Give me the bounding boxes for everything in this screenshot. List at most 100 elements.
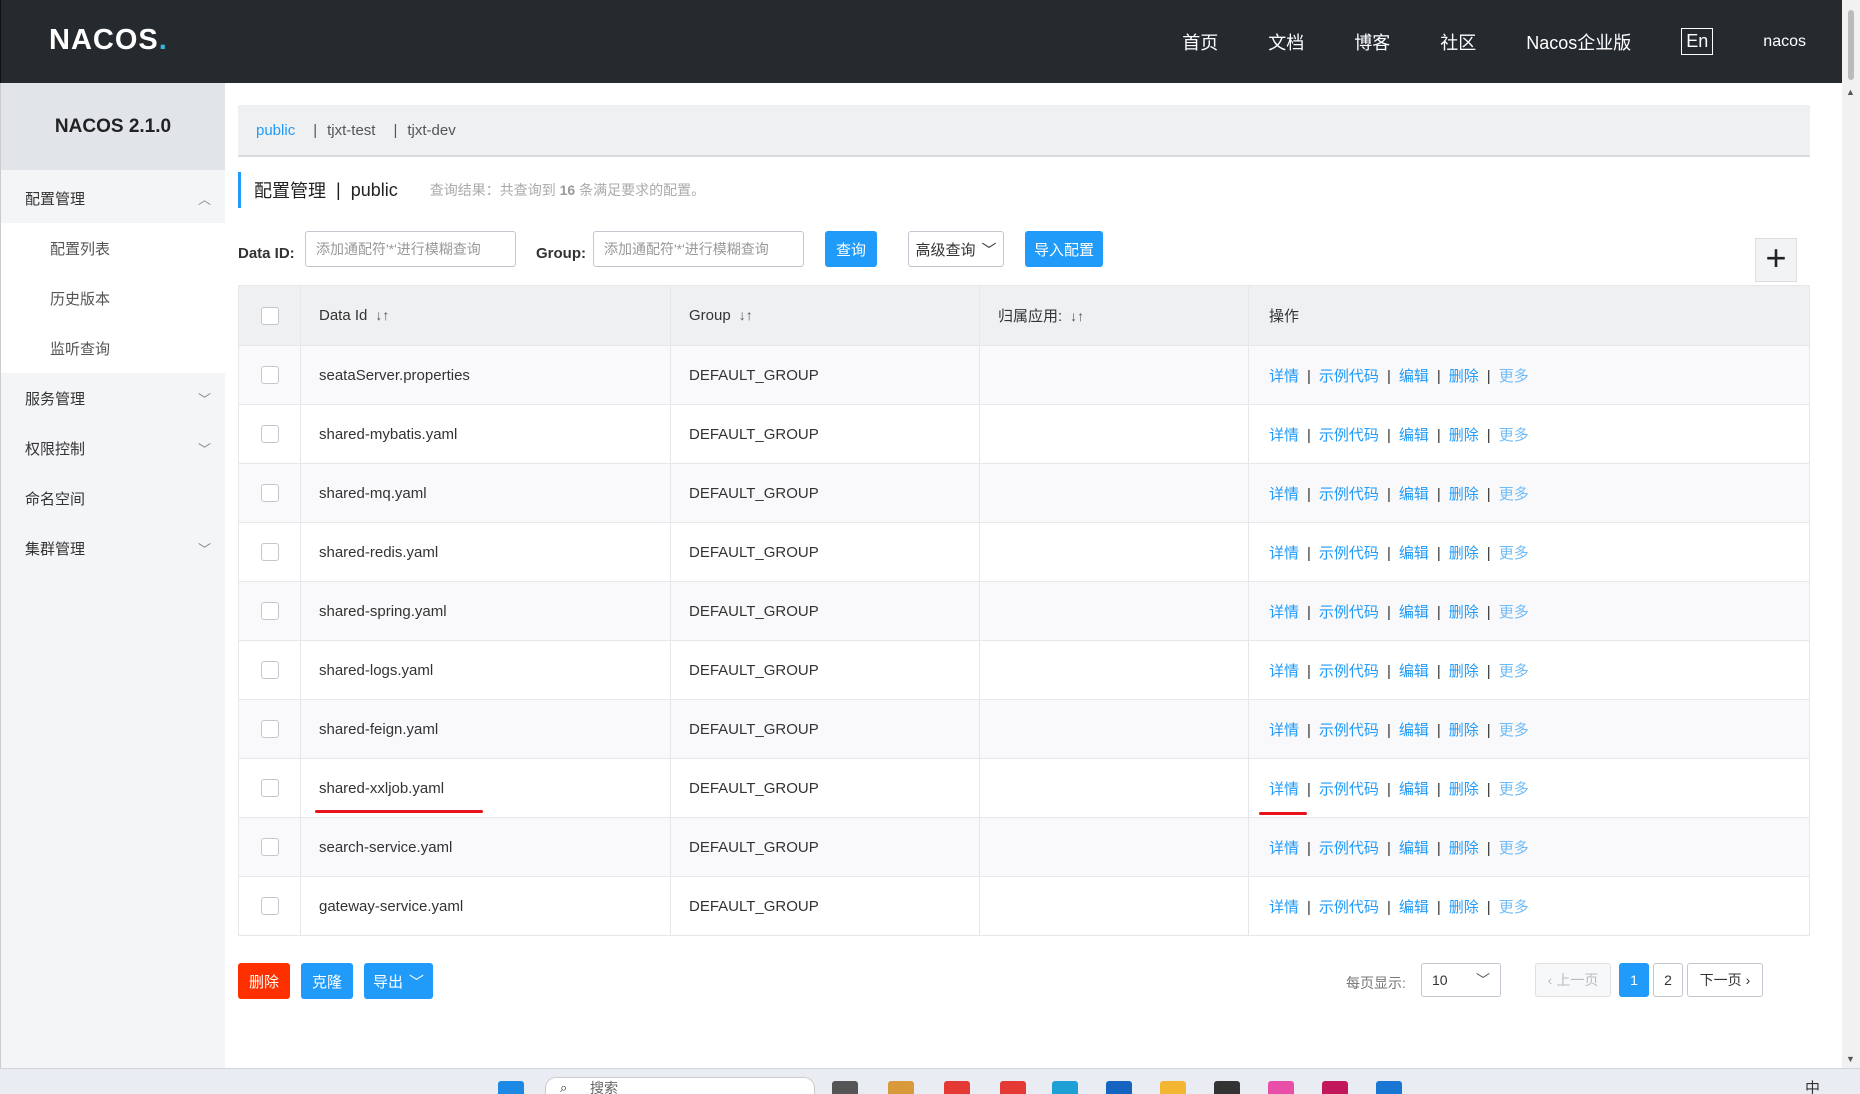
op-link-0[interactable]: 详情 <box>1269 899 1299 916</box>
nav-enterprise[interactable]: Nacos企业版 <box>1526 29 1631 55</box>
next-page-button[interactable]: 下一页 › <box>1687 963 1763 997</box>
nacos-logo[interactable]: NACOS. <box>49 24 168 57</box>
op-link-1[interactable]: 示例代码 <box>1319 486 1379 503</box>
column-header-app[interactable]: 归属应用: ↓↑ <box>979 285 1249 346</box>
op-link-2[interactable]: 编辑 <box>1399 604 1429 621</box>
op-link-0[interactable]: 详情 <box>1269 663 1299 680</box>
op-link-3[interactable]: 删除 <box>1449 840 1479 857</box>
app-icon[interactable] <box>1106 1081 1132 1094</box>
row-checkbox[interactable] <box>260 720 279 739</box>
user-menu[interactable]: nacos <box>1763 33 1806 51</box>
op-link-1[interactable]: 示例代码 <box>1319 722 1379 739</box>
op-link-4[interactable]: 更多 <box>1499 427 1529 444</box>
scroll-down-icon[interactable]: ▼ <box>1846 1054 1855 1064</box>
column-header-data-id[interactable]: Data Id ↓↑ <box>300 285 671 346</box>
select-all-checkbox[interactable] <box>260 306 279 325</box>
op-link-1[interactable]: 示例代码 <box>1319 840 1379 857</box>
op-link-2[interactable]: 编辑 <box>1399 781 1429 798</box>
app-icon[interactable] <box>1000 1081 1026 1094</box>
chrome-icon[interactable] <box>944 1081 970 1094</box>
app-icon[interactable] <box>1268 1081 1294 1094</box>
import-config-button[interactable]: 导入配置 <box>1025 231 1103 267</box>
sort-icon[interactable]: ↓↑ <box>739 307 753 323</box>
op-link-2[interactable]: 编辑 <box>1399 899 1429 916</box>
op-link-0[interactable]: 详情 <box>1269 840 1299 857</box>
sidebar-item-config-list[interactable]: 配置列表 <box>1 223 225 273</box>
row-checkbox[interactable] <box>260 484 279 503</box>
terminal-icon[interactable] <box>1214 1081 1240 1094</box>
op-link-1[interactable]: 示例代码 <box>1319 604 1379 621</box>
taskbar-search[interactable]: ⌕ 搜索 <box>545 1077 815 1094</box>
op-link-2[interactable]: 编辑 <box>1399 663 1429 680</box>
op-link-0[interactable]: 详情 <box>1269 368 1299 385</box>
data-id-input[interactable]: 添加通配符'*'进行模糊查询 <box>305 231 516 267</box>
page-button-1[interactable]: 1 <box>1619 963 1649 997</box>
op-link-0[interactable]: 详情 <box>1269 427 1299 444</box>
calendar-icon[interactable] <box>1376 1081 1402 1094</box>
op-link-3[interactable]: 删除 <box>1449 545 1479 562</box>
row-checkbox[interactable] <box>260 838 279 857</box>
op-link-3[interactable]: 删除 <box>1449 722 1479 739</box>
namespace-tjxt-dev[interactable]: tjxt-dev <box>407 122 455 139</box>
group-input[interactable]: 添加通配符'*'进行模糊查询 <box>593 231 804 267</box>
op-link-1[interactable]: 示例代码 <box>1319 545 1379 562</box>
op-link-3[interactable]: 删除 <box>1449 486 1479 503</box>
op-link-3[interactable]: 删除 <box>1449 663 1479 680</box>
op-link-3[interactable]: 删除 <box>1449 899 1479 916</box>
folder-icon[interactable] <box>1160 1081 1186 1094</box>
export-button[interactable]: 导出 ﹀ <box>364 963 433 999</box>
nav-docs[interactable]: 文档 <box>1268 29 1304 55</box>
op-link-1[interactable]: 示例代码 <box>1319 427 1379 444</box>
op-link-1[interactable]: 示例代码 <box>1319 899 1379 916</box>
op-link-1[interactable]: 示例代码 <box>1319 663 1379 680</box>
page-button-2[interactable]: 2 <box>1653 963 1683 997</box>
sidebar-item-namespace[interactable]: 命名空间 <box>1 473 225 523</box>
scroll-up-icon[interactable]: ▲ <box>1846 87 1855 97</box>
op-link-4[interactable]: 更多 <box>1499 840 1529 857</box>
op-link-2[interactable]: 编辑 <box>1399 840 1429 857</box>
batch-delete-button[interactable]: 删除 <box>238 963 290 999</box>
op-link-2[interactable]: 编辑 <box>1399 545 1429 562</box>
vertical-scrollbar[interactable]: ▲ ▼ <box>1842 83 1860 1068</box>
op-link-2[interactable]: 编辑 <box>1399 486 1429 503</box>
column-header-group[interactable]: Group ↓↑ <box>670 285 980 346</box>
page-size-select[interactable]: 10 ﹀ <box>1421 963 1501 997</box>
scroll-thumb[interactable] <box>1848 10 1854 80</box>
op-link-4[interactable]: 更多 <box>1499 604 1529 621</box>
sidebar-item-cluster-management[interactable]: 集群管理 ﹀ <box>1 523 225 573</box>
sidebar-item-service-management[interactable]: 服务管理 ﹀ <box>1 373 225 423</box>
op-link-4[interactable]: 更多 <box>1499 368 1529 385</box>
namespace-tjxt-test[interactable]: tjxt-test <box>327 122 375 139</box>
advanced-query-button[interactable]: 高级查询 ﹀ <box>908 231 1004 267</box>
app-icon[interactable] <box>1322 1081 1348 1094</box>
op-link-2[interactable]: 编辑 <box>1399 722 1429 739</box>
ime-indicator[interactable]: 中 <box>1805 1077 1820 1094</box>
op-link-4[interactable]: 更多 <box>1499 899 1529 916</box>
sort-icon[interactable]: ↓↑ <box>375 307 389 323</box>
row-checkbox[interactable] <box>260 425 279 444</box>
op-link-2[interactable]: 编辑 <box>1399 427 1429 444</box>
op-link-2[interactable]: 编辑 <box>1399 368 1429 385</box>
op-link-0[interactable]: 详情 <box>1269 486 1299 503</box>
nav-home[interactable]: 首页 <box>1182 29 1218 55</box>
op-link-4[interactable]: 更多 <box>1499 722 1529 739</box>
op-link-0[interactable]: 详情 <box>1269 722 1299 739</box>
add-config-button[interactable]: + <box>1755 238 1797 282</box>
op-link-4[interactable]: 更多 <box>1499 486 1529 503</box>
op-link-1[interactable]: 示例代码 <box>1319 781 1379 798</box>
namespace-public[interactable]: public <box>256 122 295 139</box>
query-button[interactable]: 查询 <box>825 231 877 267</box>
op-link-1[interactable]: 示例代码 <box>1319 368 1379 385</box>
op-link-4[interactable]: 更多 <box>1499 781 1529 798</box>
row-checkbox[interactable] <box>260 366 279 385</box>
sidebar-item-history[interactable]: 历史版本 <box>1 273 225 323</box>
nav-community[interactable]: 社区 <box>1440 29 1476 55</box>
op-link-4[interactable]: 更多 <box>1499 663 1529 680</box>
op-link-3[interactable]: 删除 <box>1449 368 1479 385</box>
op-link-3[interactable]: 删除 <box>1449 604 1479 621</box>
op-link-0[interactable]: 详情 <box>1258 778 1308 815</box>
row-checkbox[interactable] <box>260 779 279 798</box>
op-link-3[interactable]: 删除 <box>1449 427 1479 444</box>
sidebar-item-config-management[interactable]: 配置管理 ︿ <box>1 173 225 223</box>
op-link-4[interactable]: 更多 <box>1499 545 1529 562</box>
